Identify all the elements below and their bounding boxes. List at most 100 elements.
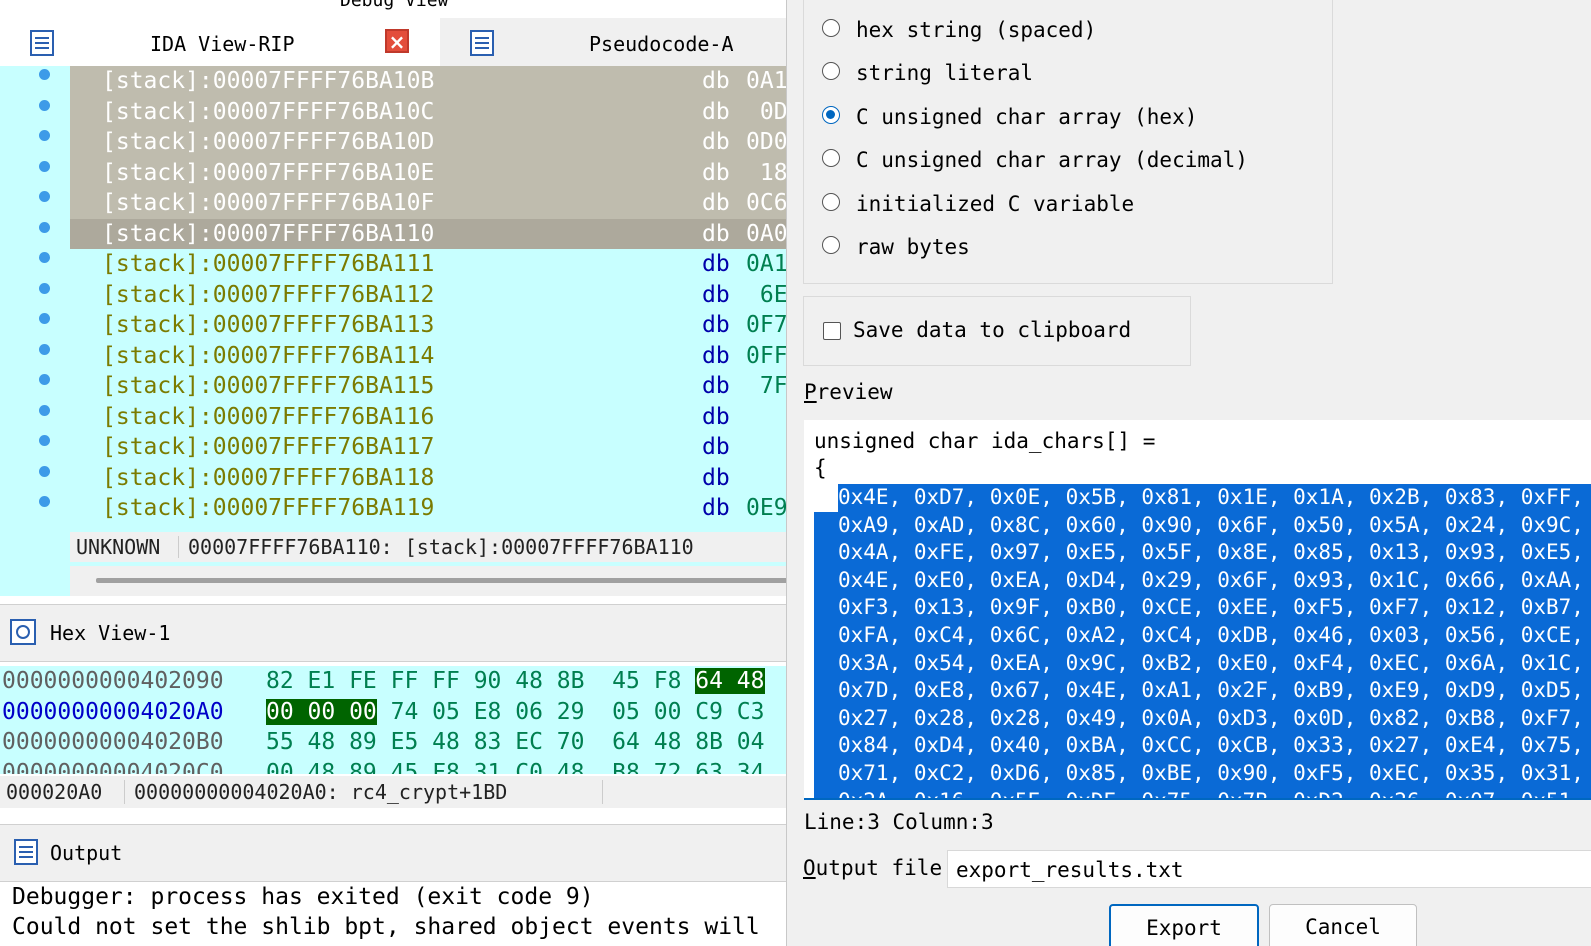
- horizontal-scrollbar[interactable]: [70, 566, 790, 596]
- listing-row[interactable]: [stack]:00007FFFF76BA10D db 0D0: [70, 127, 790, 158]
- listing-value: 18: [746, 159, 788, 186]
- hex-address: 00000000004020C0: [2, 759, 224, 775]
- output-file-input[interactable]: export_results.txt: [947, 850, 1591, 888]
- listing-mnemonic: db: [702, 68, 730, 94]
- listing-row[interactable]: [stack]:00007FFFF76BA115 db 7F: [70, 371, 790, 402]
- listing-row[interactable]: [stack]:00007FFFF76BA10B db 0A1: [70, 66, 790, 97]
- output-line: Could not set the shlib bpt, shared obje…: [12, 914, 760, 940]
- hex-row[interactable]: 0000000000402090 82 E1 FE FF FF 90 48 8B …: [0, 666, 790, 697]
- preview-row: 0x7D, 0xE8, 0x67, 0x4E, 0xA1, 0x2F, 0xB9…: [838, 678, 1584, 703]
- clipboard-group: Save data to clipboard: [803, 296, 1191, 366]
- save-clipboard-label[interactable]: Save data to clipboard: [853, 318, 1131, 342]
- listing-address: [stack]:00007FFFF76BA10C: [102, 98, 435, 125]
- listing-mnemonic: db: [702, 495, 730, 521]
- listing-address: [stack]:00007FFFF76BA10E: [102, 159, 435, 186]
- tab-label: IDA View-RIP: [150, 32, 295, 56]
- output-window[interactable]: Debugger: process has exited (exit code …: [0, 882, 790, 946]
- save-clipboard-checkbox[interactable]: [823, 322, 841, 340]
- hex-bytes[interactable]: 82 E1 FE FF FF 90 48 8B 45 F8 64 48: [266, 666, 765, 697]
- radio-icon[interactable]: [822, 19, 840, 37]
- listing-row[interactable]: [stack]:00007FFFF76BA118 db: [70, 463, 790, 494]
- preview-selection[interactable]: 0x4E, 0xD7, 0x0E, 0x5B, 0x81, 0x1E, 0x1A…: [814, 484, 1591, 798]
- tab-pseudocode-a[interactable]: Pseudocode-A: [440, 18, 790, 66]
- output-file-label: Output file: [803, 856, 943, 880]
- breakpoint-dot-icon[interactable]: [39, 374, 50, 385]
- breakpoint-dot-icon[interactable]: [39, 99, 50, 111]
- hex-bytes[interactable]: 55 48 89 E5 48 83 EC 70 64 48 8B 04: [266, 727, 765, 758]
- listing-row[interactable]: [stack]:00007FFFF76BA110 db 0A0: [70, 218, 790, 249]
- close-icon[interactable]: ×: [385, 29, 409, 53]
- listing-row[interactable]: [stack]:00007FFFF76BA114 db 0FF: [70, 341, 790, 372]
- listing-value: 0A1: [746, 251, 788, 277]
- output-title: Output: [50, 841, 123, 865]
- breakpoint-dot-icon[interactable]: [39, 313, 50, 324]
- output-header[interactable]: Output: [0, 824, 790, 882]
- preview-row: 0xFA, 0xC4, 0x6C, 0xA2, 0xC4, 0xDB, 0x46…: [838, 623, 1584, 647]
- listing-row[interactable]: [stack]:00007FFFF76BA113 db 0F7: [70, 310, 790, 341]
- breakpoint-dot-icon[interactable]: [39, 465, 50, 477]
- format-option-label[interactable]: initialized C variable: [856, 189, 1134, 219]
- breakpoint-dot-icon[interactable]: [39, 130, 50, 141]
- hex-bytes[interactable]: 00 00 00 74 05 E8 06 29 05 00 C9 C3: [266, 697, 765, 728]
- hex-status-offset: 000020A0: [6, 780, 103, 804]
- format-group: hex string (spaced) string literal C unsig…: [803, 0, 1333, 284]
- listing-row[interactable]: [stack]:00007FFFF76BA10C db 0D: [70, 96, 790, 127]
- radio-icon[interactable]: [822, 62, 840, 81]
- preview-brace: {: [814, 456, 827, 480]
- listing-address: [stack]:00007FFFF76BA112: [102, 281, 435, 308]
- hex-row[interactable]: 00000000004020A0 00 00 00 74 05 E8 06 29 …: [0, 697, 790, 728]
- radio-icon[interactable]: [822, 192, 840, 211]
- format-option-label[interactable]: C unsigned char array (hex): [856, 102, 1197, 132]
- breakpoint-dot-icon[interactable]: [39, 252, 50, 263]
- listing-address: [stack]:00007FFFF76BA114: [102, 342, 435, 369]
- ida-main-pane: Debug View IDA View-RIP × Pseudocode-A […: [0, 0, 790, 946]
- pseudocode-icon: [465, 26, 494, 56]
- listing-mnemonic: db: [702, 190, 730, 216]
- radio-icon[interactable]: [822, 149, 840, 168]
- preview-row: 0x3A, 0x54, 0xEA, 0x9C, 0xB2, 0xE0, 0xF4…: [838, 650, 1584, 675]
- breakpoint-dot-icon[interactable]: [39, 69, 50, 80]
- listing-row[interactable]: [stack]:00007FFFF76BA117 db: [70, 432, 790, 463]
- export-button[interactable]: Export: [1109, 904, 1259, 946]
- listing-row[interactable]: [stack]:00007FFFF76BA112 db 6E: [70, 280, 790, 311]
- radio-icon[interactable]: [822, 236, 840, 254]
- listing-row[interactable]: [stack]:00007FFFF76BA116 db: [70, 402, 790, 433]
- listing-mnemonic: db: [702, 159, 730, 186]
- hex-view[interactable]: 0000000000402090 82 E1 FE FF FF 90 48 8B …: [0, 666, 790, 774]
- breakpoint-dot-icon[interactable]: [39, 221, 50, 233]
- listing-address: [stack]:00007FFFF76BA111: [102, 251, 435, 277]
- listing-row[interactable]: [stack]:00007FFFF76BA119 db 0E9: [70, 493, 790, 524]
- disassembly-view[interactable]: [stack]:00007FFFF76BA10B db 0A1 [stack]:000…: [0, 66, 790, 596]
- listing-row[interactable]: [stack]:00007FFFF76BA10F db 0C6: [70, 188, 790, 219]
- preview-textbox[interactable]: unsigned char ida_chars[] = { 0x4E, 0xD7…: [804, 420, 1591, 800]
- listing-row[interactable]: [stack]:00007FFFF76BA10E db 18: [70, 157, 790, 188]
- preview-row: 0x4E, 0xD7, 0x0E, 0x5B, 0x81, 0x1E, 0x1A…: [838, 485, 1584, 509]
- hex-bytes[interactable]: 00 48 89 45 F8 31 C0 48 B8 72 63 34: [266, 758, 765, 775]
- tab-ida-view-rip[interactable]: IDA View-RIP ×: [0, 18, 440, 66]
- hex-row[interactable]: 00000000004020B0 55 48 89 E5 48 83 EC 70 …: [0, 727, 790, 758]
- hex-status-location: 00000000004020A0: rc4_crypt+1BD: [134, 780, 508, 804]
- breakpoint-dot-icon[interactable]: [39, 282, 50, 294]
- radio-selected-icon[interactable]: [822, 105, 840, 124]
- breakpoint-gutter[interactable]: [0, 66, 70, 596]
- listing-value: 0D: [746, 98, 788, 125]
- breakpoint-dot-icon[interactable]: [39, 435, 50, 446]
- breakpoint-dot-icon[interactable]: [39, 343, 50, 355]
- preview-row: 0xA9, 0xAD, 0x8C, 0x60, 0x90, 0x6F, 0x50…: [838, 512, 1584, 537]
- breakpoint-dot-icon[interactable]: [39, 496, 50, 507]
- disassembly-listing[interactable]: [stack]:00007FFFF76BA10B db 0A1 [stack]:000…: [70, 66, 790, 524]
- breakpoint-dot-icon[interactable]: [39, 160, 50, 172]
- listing-mnemonic: db: [702, 98, 730, 125]
- format-option-label[interactable]: hex string (spaced): [856, 15, 1096, 45]
- scrollbar-thumb[interactable]: [96, 578, 790, 583]
- format-option-label[interactable]: C unsigned char array (decimal): [856, 145, 1248, 175]
- cancel-button[interactable]: Cancel: [1269, 904, 1417, 946]
- hex-row[interactable]: 00000000004020C0 00 48 89 45 F8 31 C0 48 …: [0, 758, 790, 775]
- format-option-label[interactable]: string literal: [856, 58, 1033, 88]
- status-kind: UNKNOWN: [76, 535, 161, 559]
- listing-row[interactable]: [stack]:00007FFFF76BA111 db 0A1: [70, 249, 790, 280]
- format-option-label[interactable]: raw bytes: [856, 232, 970, 262]
- hex-view-header[interactable]: Hex View-1: [0, 604, 790, 662]
- breakpoint-dot-icon[interactable]: [39, 404, 50, 416]
- breakpoint-dot-icon[interactable]: [39, 191, 50, 202]
